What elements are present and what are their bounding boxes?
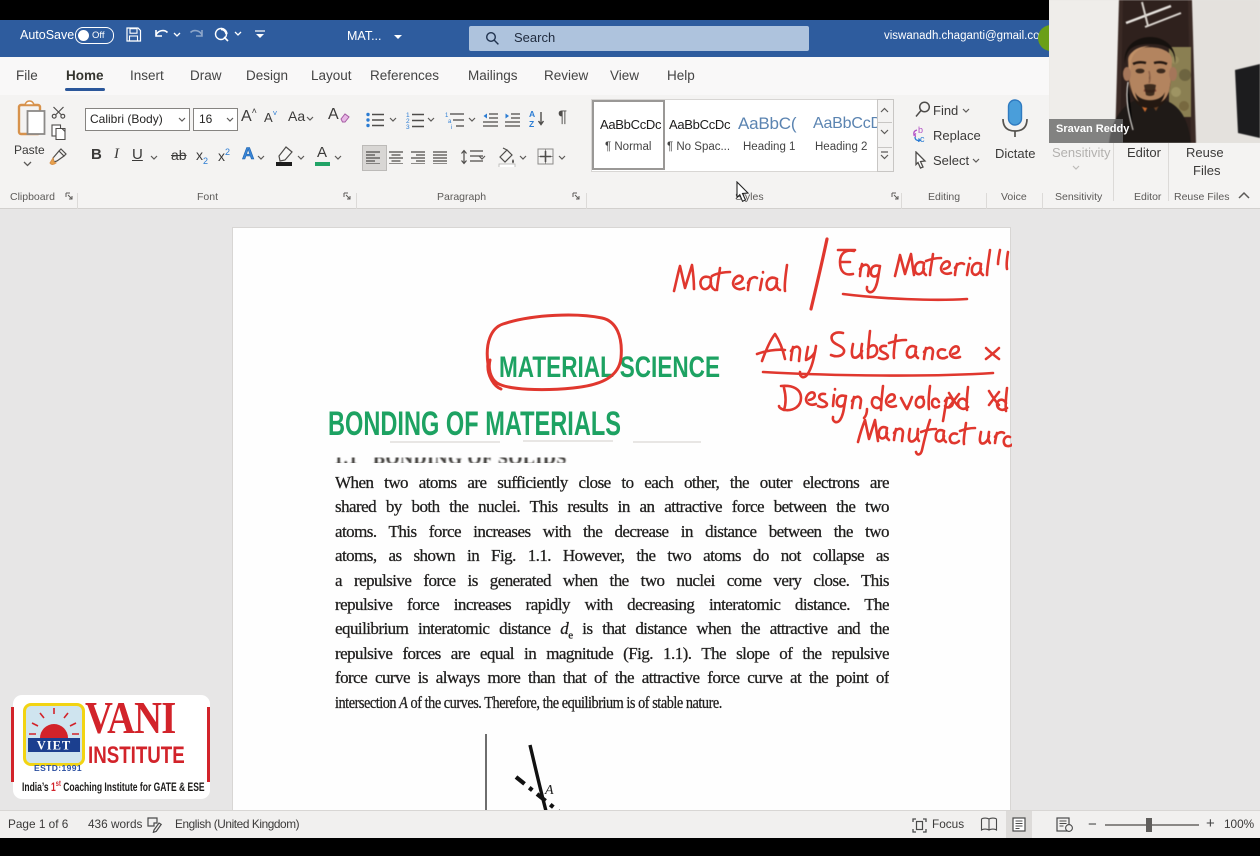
- svg-text:3: 3: [406, 124, 410, 129]
- svg-text:Z: Z: [529, 119, 534, 128]
- svg-text:c: c: [920, 134, 925, 143]
- svg-text:A: A: [529, 109, 535, 119]
- svg-text:i: i: [451, 125, 452, 129]
- svg-text:VIET: VIET: [37, 739, 72, 753]
